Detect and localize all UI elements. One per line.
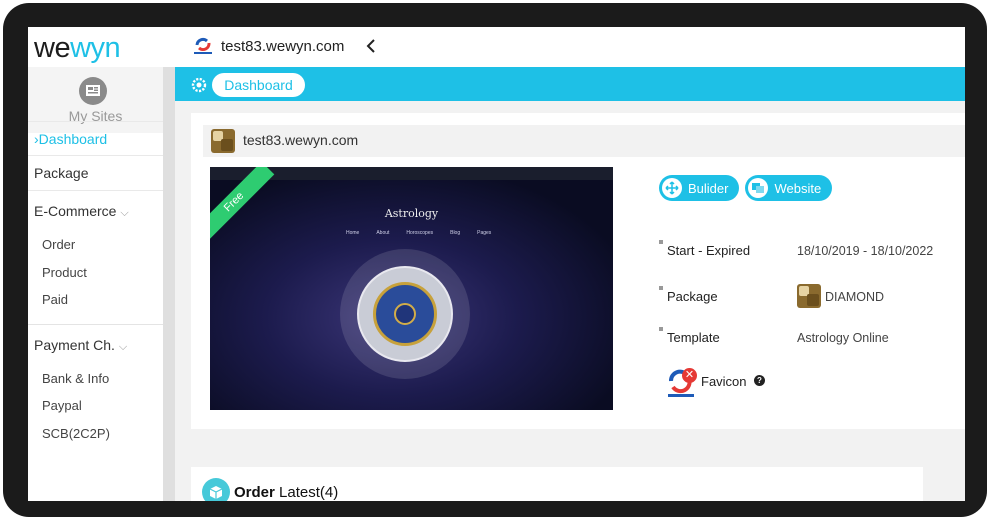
site-card-header: test83.wewyn.com bbox=[203, 125, 965, 157]
preview-nav-item: Horoscopes bbox=[406, 230, 434, 236]
preview-nav-item: About bbox=[376, 230, 390, 236]
orders-card: Order Latest(4) bbox=[191, 467, 923, 501]
website-button[interactable]: Website bbox=[745, 175, 833, 201]
sidebar-item-bank-info[interactable]: Bank & Info bbox=[28, 365, 163, 393]
gear-icon[interactable] bbox=[191, 77, 207, 93]
sidebar-item-dashboard[interactable]: ›Dashboard bbox=[28, 121, 163, 156]
favicon-label: Favicon bbox=[701, 374, 747, 389]
sites-list-icon bbox=[79, 77, 107, 105]
breadcrumb-bar: Dashboard bbox=[175, 67, 965, 101]
package-label: Package bbox=[659, 286, 718, 304]
chevron-down-icon: ⌵ bbox=[118, 340, 128, 353]
deconnect-logo-icon bbox=[193, 35, 213, 57]
template-label: Template bbox=[659, 327, 720, 345]
breadcrumb-dashboard[interactable]: Dashboard bbox=[212, 73, 305, 97]
site-card: test83.wewyn.com Astrology Home About Ho… bbox=[191, 113, 965, 429]
package-value: DIAMOND bbox=[825, 290, 885, 304]
sidebar-item-paid[interactable]: Paid bbox=[28, 286, 163, 314]
preview-title: Astrology bbox=[384, 207, 439, 220]
move-arrows-icon bbox=[662, 178, 682, 198]
preview-nav-item: Blog bbox=[450, 230, 461, 236]
web-pages-icon bbox=[748, 178, 769, 198]
start-expired-value: 18/10/2019 - 18/10/2022 bbox=[797, 244, 934, 258]
sidebar-edge bbox=[163, 67, 175, 501]
site-preview[interactable]: Astrology Home About Horoscopes Blog Pag… bbox=[210, 167, 613, 410]
diamond-badge-icon bbox=[797, 284, 821, 308]
start-expired-label: Start - Expired bbox=[659, 240, 750, 258]
orders-title: Order Latest(4) bbox=[234, 484, 339, 501]
box-icon bbox=[202, 478, 230, 501]
chevron-down-icon: ⌵ bbox=[120, 207, 129, 219]
template-value: Astrology Online bbox=[797, 331, 889, 345]
device-frame: wewyn test83.wewyn.com My Sites ›Dashboa… bbox=[3, 3, 987, 517]
builder-button[interactable]: Bulider bbox=[659, 175, 740, 201]
sidebar-item-scb[interactable]: SCB(2C2P) bbox=[28, 420, 163, 448]
zodiac-wheel-core bbox=[394, 303, 416, 325]
screen: wewyn test83.wewyn.com My Sites ›Dashboa… bbox=[28, 27, 965, 501]
site-name: test83.wewyn.com bbox=[221, 37, 345, 55]
sidebar-item-order[interactable]: Order bbox=[28, 231, 163, 259]
back-chevron-icon[interactable] bbox=[364, 36, 378, 56]
remove-favicon-icon[interactable]: ✕ bbox=[682, 368, 697, 383]
wewyn-logo[interactable]: wewyn bbox=[34, 31, 121, 65]
package-badge-icon bbox=[211, 129, 235, 153]
sidebar-nav: ›Dashboard Package E-Commerce ⌵ Order Pr… bbox=[28, 121, 163, 448]
help-icon[interactable]: ? bbox=[754, 375, 765, 386]
site-actions: Bulider Website bbox=[659, 175, 833, 201]
preview-nav-item: Pages bbox=[477, 230, 492, 236]
top-bar: wewyn test83.wewyn.com bbox=[28, 27, 965, 67]
sidebar-item-paypal[interactable]: Paypal bbox=[28, 392, 163, 420]
preview-nav-item: Home bbox=[346, 230, 360, 236]
sidebar: My Sites ›Dashboard Package E-Commerce ⌵… bbox=[28, 67, 163, 501]
sidebar-item-product[interactable]: Product bbox=[28, 259, 163, 287]
site-header: test83.wewyn.com bbox=[193, 35, 378, 57]
site-card-title: test83.wewyn.com bbox=[243, 132, 359, 148]
preview-nav: Home About Horoscopes Blog Pages bbox=[346, 230, 491, 236]
sidebar-group-ecommerce[interactable]: E-Commerce ⌵ bbox=[28, 191, 163, 231]
sidebar-group-payment[interactable]: Payment Ch. ⌵ bbox=[28, 325, 163, 365]
sidebar-item-package[interactable]: Package bbox=[28, 156, 163, 191]
